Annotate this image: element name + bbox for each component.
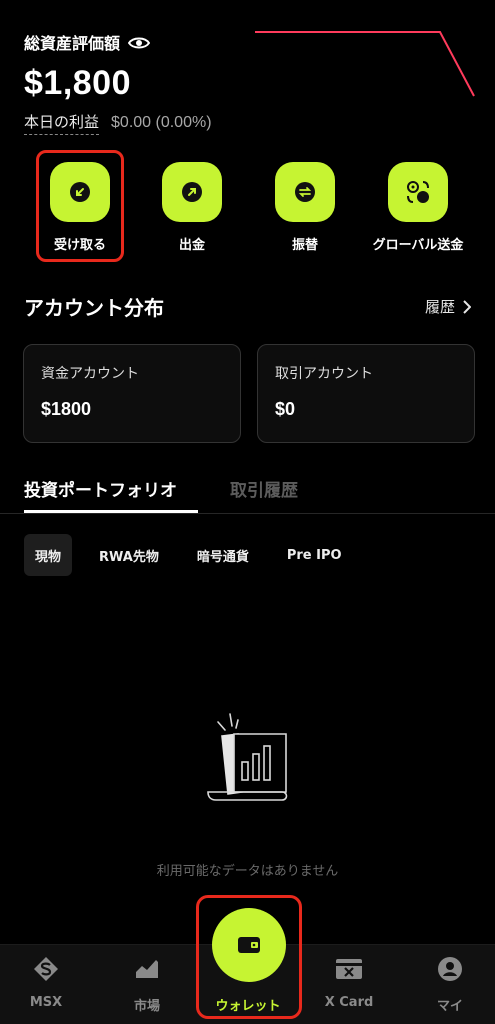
withdraw-action[interactable]: 出金 [137, 162, 247, 253]
today-pnl-label[interactable]: 本日の利益 [24, 111, 100, 135]
trading-account-card[interactable]: 取引アカウント $0 [257, 344, 475, 443]
eye-icon[interactable] [127, 35, 151, 49]
withdraw-label: 出金 [178, 238, 205, 253]
transfer-button[interactable] [275, 162, 335, 222]
market-chart-icon [133, 955, 161, 983]
chip-crypto[interactable]: 暗号通貨 [186, 534, 260, 576]
nav-item-msx[interactable]: MSX [6, 955, 86, 1010]
today-pnl-row: 本日の利益 $0.00 (0.00%) [24, 111, 212, 135]
chip-pre-ipo[interactable]: Pre IPO [276, 534, 353, 576]
nav-label-msx: MSX [29, 995, 63, 1010]
chevron-right-icon [463, 299, 471, 314]
wallet-highlight-box [196, 895, 302, 1019]
transfer-action[interactable]: 振替 [250, 162, 360, 253]
nav-label-x-card: X Card [324, 995, 374, 1010]
tab-trade-history[interactable]: 取引履歴 [230, 476, 298, 501]
funding-account-card[interactable]: 資金アカウント $1800 [23, 344, 241, 443]
withdraw-button[interactable] [162, 162, 222, 222]
today-pnl-value: $0.00 (0.00%) [111, 114, 212, 131]
account-distribution-header: アカウント分布 履歴 [24, 292, 471, 321]
account-distribution-title: アカウント分布 [24, 296, 164, 320]
history-label: 履歴 [424, 298, 455, 316]
nav-item-my[interactable]: マイ [410, 955, 490, 1014]
empty-state-message: 利用可能なデータはありません [156, 864, 339, 879]
funding-account-name: 資金アカウント [41, 366, 139, 382]
portfolio-header: 総資産評価額 $1,800 本日の利益 $0.00 (0.00%) [24, 30, 212, 135]
withdraw-arrow-icon [182, 182, 202, 202]
transfer-icon [295, 182, 315, 202]
chip-spot[interactable]: 現物 [24, 534, 73, 576]
total-assets-label-row: 総資産評価額 [24, 30, 212, 54]
active-tab-indicator [24, 510, 198, 513]
chip-rwa-futures[interactable]: RWA先物 [88, 534, 170, 576]
nav-label-my: マイ [436, 999, 463, 1014]
trading-account-name: 取引アカウント [275, 366, 373, 382]
card-icon [335, 955, 363, 983]
total-assets-label: 総資産評価額 [24, 34, 121, 53]
msx-logo-icon [32, 955, 60, 983]
total-assets-value: $1,800 [24, 64, 131, 102]
global-transfer-label: グローバル送金 [372, 238, 464, 253]
global-transfer-action[interactable]: グローバル送金 [363, 162, 473, 253]
nav-item-x-card[interactable]: X Card [309, 955, 389, 1010]
asset-filter-chips: 現物 RWA先物 暗号通貨 Pre IPO [24, 534, 369, 576]
profile-icon [436, 955, 464, 983]
portfolio-tabs: 投資ポートフォリオ 取引履歴 [0, 470, 495, 514]
global-transfer-button[interactable] [388, 162, 448, 222]
transfer-label: 振替 [291, 238, 318, 253]
receive-highlight-box [36, 150, 124, 262]
global-transfer-icon [407, 181, 429, 203]
funding-account-amount: $1800 [41, 399, 92, 419]
tab-investment-portfolio[interactable]: 投資ポートフォリオ [24, 476, 177, 501]
mini-trend-chart [255, 31, 475, 97]
nav-label-market: 市場 [133, 999, 160, 1014]
empty-data-illustration-icon [207, 713, 288, 801]
history-link[interactable]: 履歴 [425, 296, 471, 317]
trading-account-amount: $0 [275, 399, 296, 419]
nav-item-market[interactable]: 市場 [107, 955, 187, 1014]
